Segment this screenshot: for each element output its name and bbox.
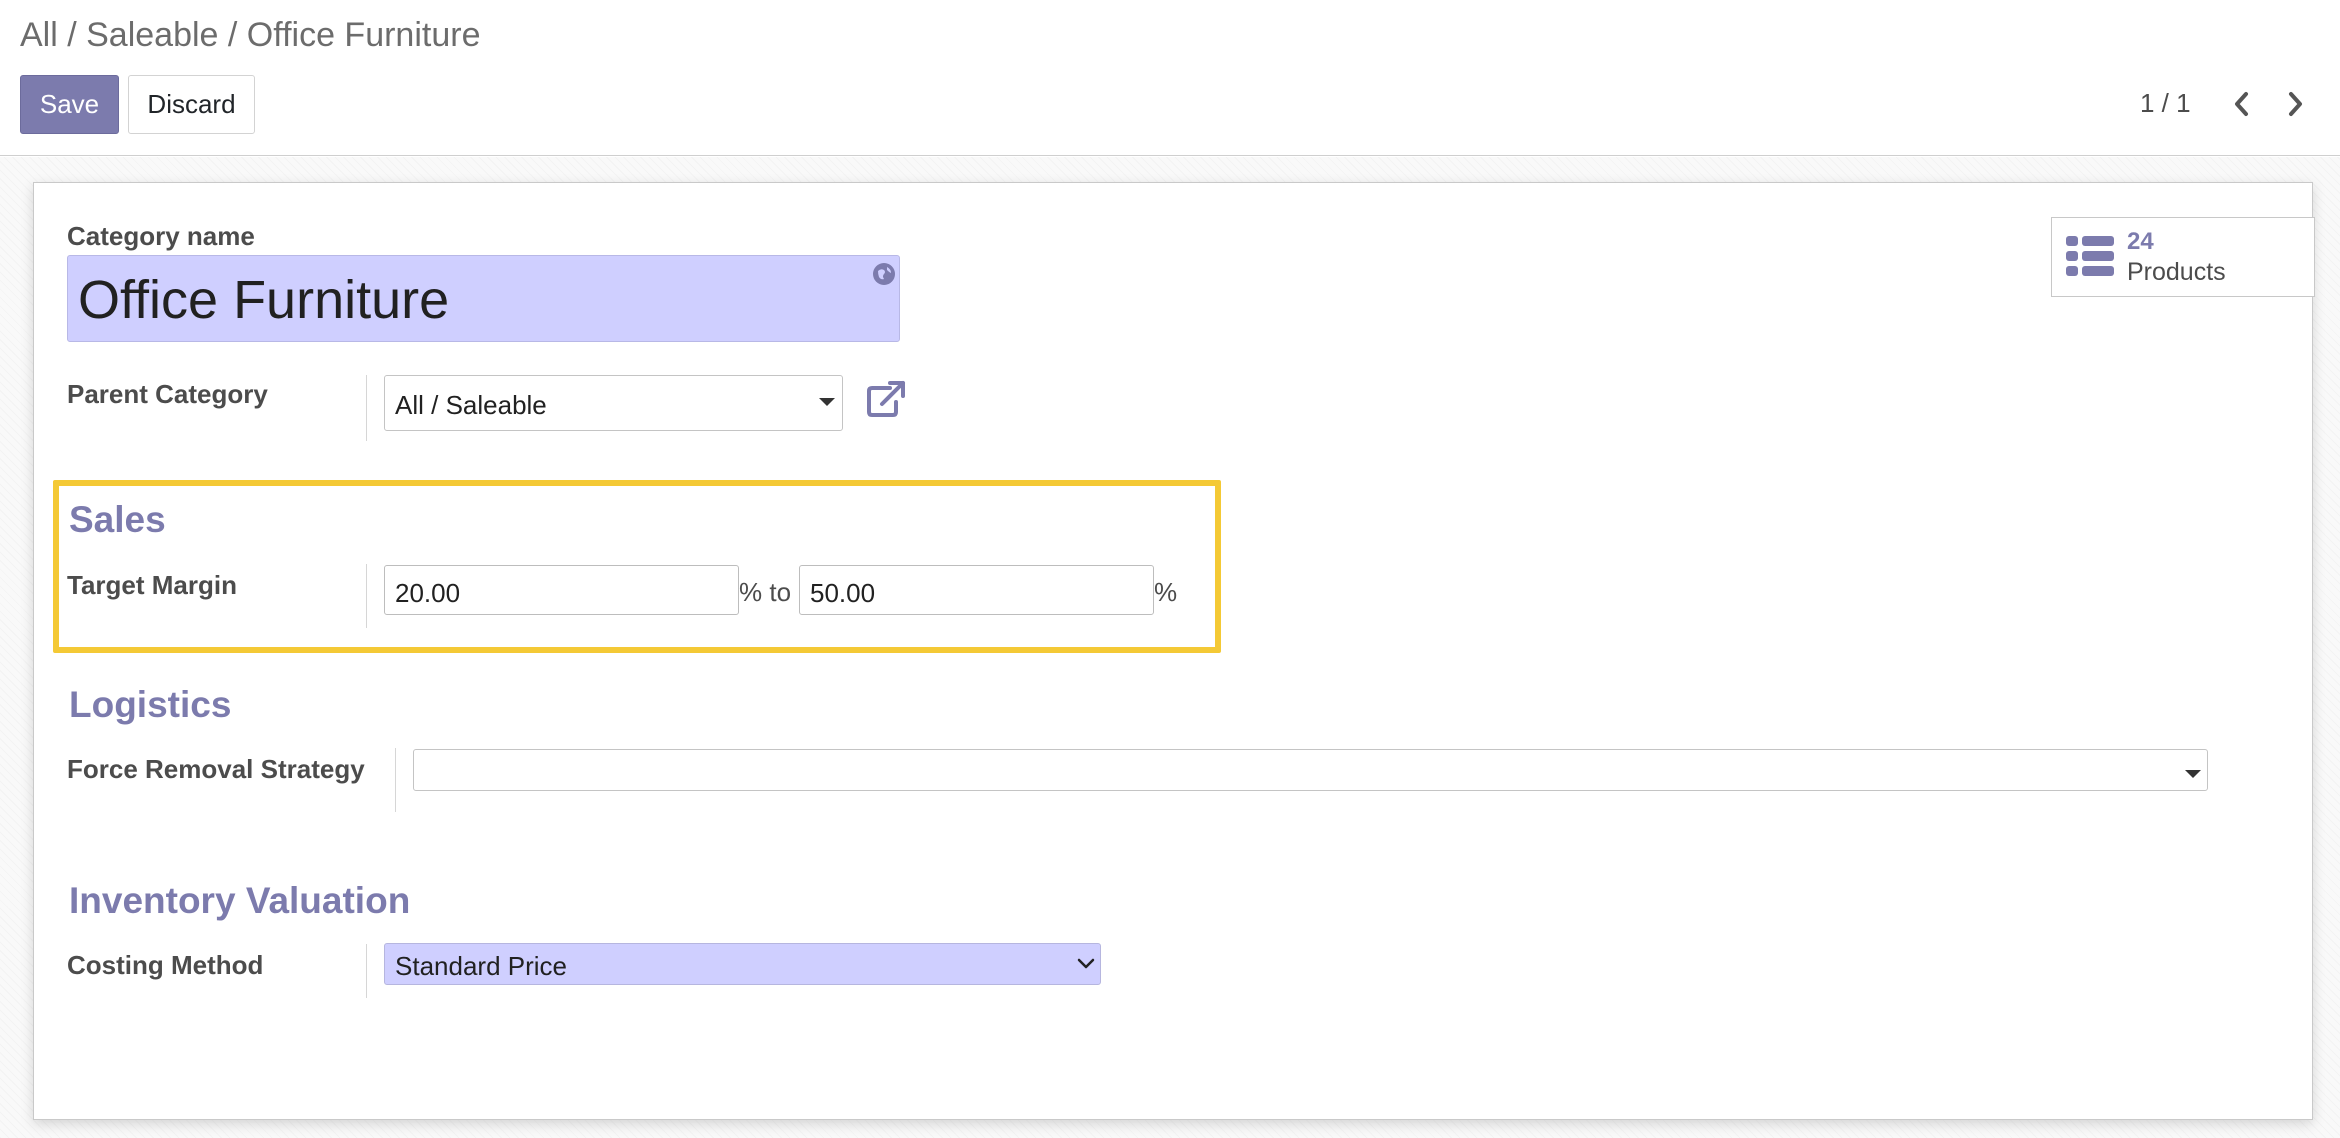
parent-category-label: Parent Category — [67, 379, 268, 409]
dropdown-caret-icon — [819, 398, 835, 406]
chevron-right-icon — [2289, 92, 2302, 116]
products-label: Products — [2127, 258, 2226, 286]
costing-method-label: Costing Method — [67, 950, 264, 980]
pager-next-button[interactable] — [2279, 86, 2313, 122]
chevron-left-icon — [2235, 92, 2248, 116]
dropdown-caret-icon — [2185, 770, 2201, 778]
margin-from-value: 20.00 — [395, 578, 461, 608]
pager-previous-button[interactable] — [2224, 86, 2258, 122]
products-count: 24 — [2127, 228, 2154, 255]
parent-category-select[interactable]: All / Saleable — [384, 375, 843, 431]
field-separator — [366, 564, 367, 628]
removal-strategy-select[interactable] — [413, 749, 2208, 791]
margin-percent-text: % — [1154, 577, 1178, 607]
field-separator — [366, 375, 367, 441]
inventory-valuation-section-title: Inventory Valuation — [69, 880, 411, 921]
breadcrumb[interactable]: All / Saleable / Office Furniture — [20, 16, 480, 55]
removal-strategy-label: Force Removal Strategy — [67, 754, 365, 784]
discard-button[interactable]: Discard — [128, 75, 255, 134]
chevron-down-icon — [1077, 958, 1095, 969]
products-stat-button[interactable]: 24 Products — [2051, 217, 2315, 297]
field-separator — [366, 944, 367, 998]
field-separator — [395, 748, 396, 812]
form-sheet: 24 Products Category name Office Furnitu… — [33, 182, 2315, 1120]
category-name-input[interactable]: Office Furniture — [67, 255, 900, 342]
costing-method-value: Standard Price — [395, 951, 567, 981]
target-margin-label: Target Margin — [67, 570, 237, 600]
category-name-value: Office Furniture — [78, 270, 450, 330]
save-button[interactable]: Save — [20, 75, 119, 134]
control-panel: All / Saleable / Office Furniture Save D… — [0, 0, 2340, 156]
list-icon — [2066, 236, 2114, 276]
logistics-section-title: Logistics — [69, 684, 232, 725]
sales-section-title: Sales — [69, 499, 166, 540]
costing-method-select[interactable]: Standard Price — [384, 943, 1101, 985]
margin-from-input[interactable]: 20.00 — [384, 565, 739, 615]
parent-category-value: All / Saleable — [395, 390, 547, 420]
external-link-icon[interactable] — [866, 380, 908, 418]
margin-to-value: 50.00 — [810, 578, 876, 608]
category-name-label: Category name — [67, 221, 255, 251]
globe-icon[interactable] — [872, 262, 896, 286]
pager-value[interactable]: 1 / 1 — [2140, 88, 2191, 119]
margin-to-input[interactable]: 50.00 — [799, 565, 1154, 615]
margin-to-text: % to — [739, 577, 792, 607]
